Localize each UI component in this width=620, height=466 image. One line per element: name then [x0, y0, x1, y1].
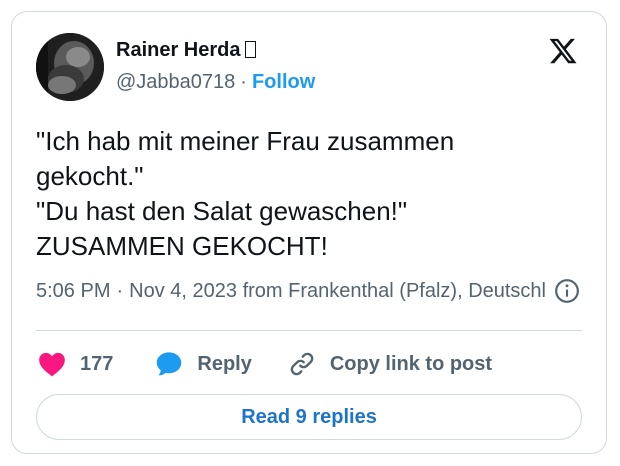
reply-button[interactable]: Reply — [155, 350, 252, 378]
follow-button[interactable]: Follow — [252, 71, 315, 93]
divider — [36, 330, 582, 331]
author-handle[interactable]: @Jabba0718 — [116, 71, 235, 93]
copy-link-button[interactable]: Copy link to post — [288, 350, 492, 378]
x-logo-icon[interactable] — [548, 36, 578, 66]
separator-dot: · — [116, 280, 124, 302]
action-bar: 177 Reply Copy link to post — [38, 348, 492, 380]
read-replies-button[interactable]: Read 9 replies — [36, 394, 582, 440]
missing-glyph-icon — [244, 41, 256, 58]
copy-link-label: Copy link to post — [329, 352, 493, 375]
separator-dot: · — [240, 71, 247, 93]
author-handle-row: @Jabba0718 · Follow — [116, 71, 315, 94]
like-button[interactable]: 177 — [38, 351, 113, 377]
tweet-line: "Du hast den Salat gewaschen!" — [36, 196, 408, 226]
link-icon — [290, 352, 314, 376]
author-name[interactable]: Rainer Herda — [116, 39, 241, 61]
tweet-line: "Ich hab mit meiner Frau zusammen — [36, 126, 455, 156]
read-replies-label: Read 9 replies — [241, 405, 377, 428]
avatar-image — [36, 33, 104, 101]
avatar[interactable] — [36, 33, 104, 101]
like-count: 177 — [80, 352, 114, 375]
tweet-card: Rainer Herda @Jabba0718 · Follow "Ich hab … — [11, 11, 607, 454]
speech-bubble-icon — [157, 352, 182, 376]
reply-label: Reply — [197, 352, 252, 375]
author-name-row[interactable]: Rainer Herda — [116, 39, 256, 62]
tweet-line: ZUSAMMEN GEKOCHT! — [36, 231, 328, 261]
heart-icon — [39, 352, 65, 377]
tweet-text: "Ich hab mit meiner Frau zusammen gekoch… — [36, 124, 576, 264]
tweet-line: gekocht." — [36, 161, 144, 191]
tweet-time[interactable]: 5:06 PM — [36, 280, 110, 302]
tweet-date-location[interactable]: Nov 4, 2023 from Frankenthal (Pfalz), De… — [129, 280, 546, 302]
tweet-timestamp[interactable]: 5:06 PM · Nov 4, 2023 from Frankenthal (Pf… — [36, 280, 546, 303]
info-icon[interactable] — [554, 278, 580, 304]
